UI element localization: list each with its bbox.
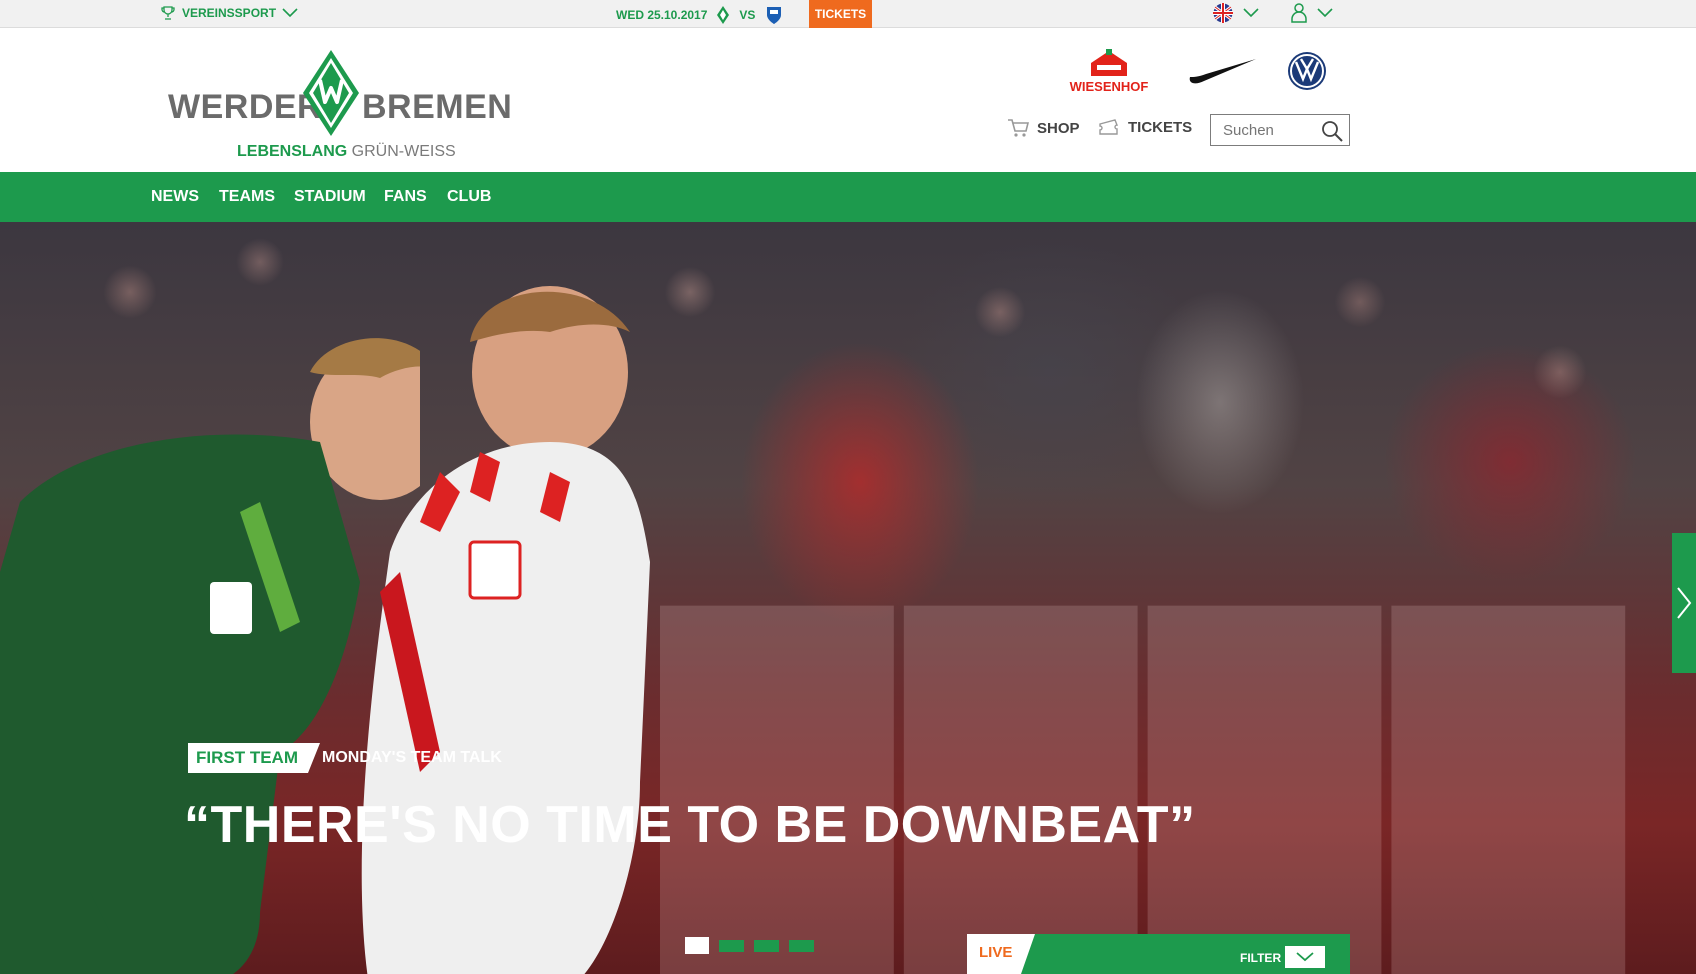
tagline-strong: LEBENSLANG <box>237 143 348 160</box>
chevron-down-icon <box>1243 8 1259 18</box>
hero-background-board: ████ <box>660 607 1636 974</box>
search-icon[interactable] <box>1321 120 1343 142</box>
nike-swoosh-icon <box>1189 59 1256 84</box>
slider-next-button[interactable] <box>1672 533 1696 673</box>
shop-link[interactable]: SHOP <box>1007 118 1080 138</box>
wiesenhof-label: WIESENHOF <box>1069 78 1149 94</box>
next-match[interactable]: WED 25.10.2017 VS <box>616 5 783 25</box>
ticket-icon <box>1099 119 1119 135</box>
werder-crest-icon <box>717 6 730 24</box>
main-navigation: NEWS TEAMS STADIUM FANS CLUB <box>0 172 1696 222</box>
match-date: WED 25.10.2017 <box>616 8 708 22</box>
nav-item-club[interactable]: CLUB <box>447 188 491 206</box>
vs-label: VS <box>739 8 756 22</box>
slider-dot[interactable] <box>685 937 709 954</box>
vereinssport-menu[interactable]: VEREINSSPORT <box>160 5 298 21</box>
tickets-label: TICKETS <box>1128 118 1193 136</box>
site-header: WERDER BREMEN LEBENSLANG GRÜN-WEISS WIES… <box>0 28 1696 172</box>
nav-item-stadium[interactable]: STADIUM <box>294 188 366 206</box>
chevron-down-icon <box>282 8 298 18</box>
club-tagline: LEBENSLANG GRÜN-WEISS <box>237 143 456 161</box>
logo-text-werder: WERDER <box>168 88 323 126</box>
slider-dot[interactable] <box>719 940 744 952</box>
chevron-down-icon <box>1296 952 1314 962</box>
search-box <box>1210 114 1350 146</box>
hero-slider[interactable]: ████ FIRST TEAM MONDAY'S TEAM TALK “THER… <box>0 222 1696 974</box>
slider-dot[interactable] <box>754 940 779 952</box>
club-logo[interactable]: WERDER BREMEN LEBENSLANG GRÜN-WEISS <box>168 40 512 161</box>
slider-pagination <box>685 937 814 954</box>
filter-label: FILTER <box>1240 951 1282 965</box>
hero-headline[interactable]: “THERE'S NO TIME TO BE DOWNBEAT” <box>184 795 1196 855</box>
tickets-top-button[interactable]: TICKETS <box>809 0 872 28</box>
chevron-down-icon <box>1317 8 1333 18</box>
volkswagen-logo-icon <box>1288 52 1326 90</box>
sponsor-volkswagen[interactable] <box>1286 48 1328 94</box>
sponsor-wiesenhof[interactable]: WIESENHOF <box>1066 48 1152 94</box>
search-input[interactable] <box>1211 115 1319 145</box>
sponsor-nike[interactable] <box>1186 48 1258 94</box>
account-menu[interactable] <box>1291 3 1333 23</box>
slider-dot[interactable] <box>789 940 814 952</box>
chevron-right-icon <box>1677 587 1692 619</box>
vereinssport-label: VEREINSSPORT <box>182 6 277 20</box>
tickets-link[interactable]: TICKETS <box>1098 118 1192 136</box>
trophy-icon <box>161 6 175 20</box>
opponent-crest-icon <box>767 7 782 24</box>
nav-item-fans[interactable]: FANS <box>384 188 427 206</box>
hero-category-tag[interactable]: FIRST TEAM <box>188 743 320 773</box>
user-icon <box>1291 3 1307 23</box>
live-ticker-bar: LIVE FILTER <box>967 934 1350 974</box>
hero-subtitle: MONDAY'S TEAM TALK <box>322 749 502 766</box>
hero-player-white-shape <box>361 286 650 974</box>
uk-flag-icon <box>1213 3 1233 23</box>
hero-kicker: FIRST TEAM MONDAY'S TEAM TALK <box>188 743 502 773</box>
language-selector[interactable] <box>1213 3 1259 23</box>
shop-label: SHOP <box>1037 119 1080 137</box>
logo-text-bremen: BREMEN <box>362 88 513 126</box>
nav-item-teams[interactable]: TEAMS <box>219 188 275 206</box>
live-tag[interactable]: LIVE <box>967 934 1035 974</box>
nav-item-news[interactable]: NEWS <box>151 188 199 206</box>
top-bar: VEREINSSPORT WED 25.10.2017 VS TICKETS <box>0 0 1696 28</box>
filter-toggle-button[interactable] <box>1285 946 1325 968</box>
shopping-cart-icon <box>1008 119 1029 137</box>
tagline-rest: GRÜN-WEISS <box>347 143 456 160</box>
werder-diamond-icon <box>303 50 359 136</box>
wiesenhof-farmhouse-icon <box>1091 48 1127 76</box>
